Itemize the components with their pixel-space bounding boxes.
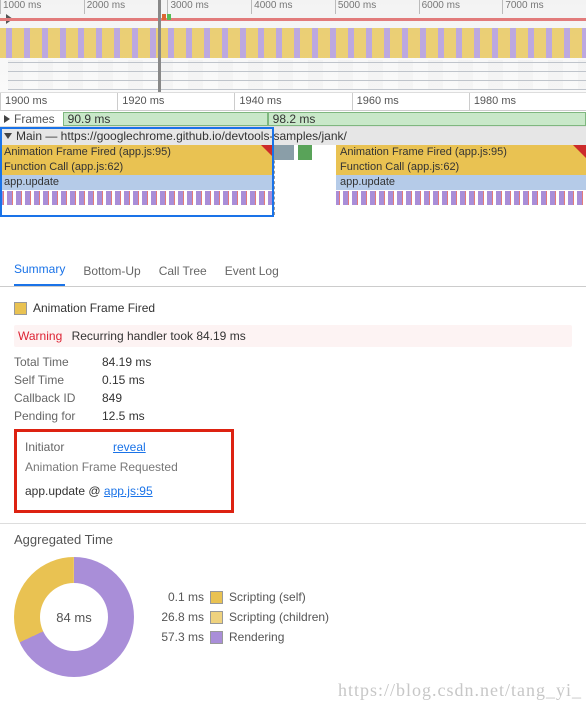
main-track-header[interactable]: Main — https://googlechrome.github.io/de… bbox=[0, 127, 586, 145]
initiator-event: Animation Frame Requested bbox=[25, 456, 223, 478]
aggregated-title: Aggregated Time bbox=[14, 532, 572, 547]
initiator-box: Initiator reveal Animation Frame Requeste… bbox=[14, 429, 234, 513]
legend-time: 0.1 ms bbox=[154, 590, 204, 604]
summary-panel: Animation Frame Fired Warning Recurring … bbox=[0, 287, 586, 523]
self-time-key: Self Time bbox=[14, 373, 94, 387]
overview-rows bbox=[8, 60, 586, 90]
self-time-value: 0.15 ms bbox=[102, 373, 145, 387]
bar-animation-frame-fired[interactable]: Animation Frame Fired (app.js:95) bbox=[336, 145, 586, 160]
bar-function-call[interactable]: Function Call (app.js:62) bbox=[0, 160, 274, 175]
frames-label: Frames bbox=[14, 112, 55, 126]
event-title: Animation Frame Fired bbox=[14, 301, 572, 315]
bars-group: Animation Frame Fired (app.js:95) Functi… bbox=[336, 145, 586, 215]
overview-cursor[interactable] bbox=[158, 0, 172, 92]
cpu-track bbox=[0, 18, 586, 21]
bar-app-update[interactable]: app.update bbox=[336, 175, 586, 190]
bar-function-call[interactable]: Function Call (app.js:62) bbox=[336, 160, 586, 175]
event-name: Animation Frame Fired bbox=[33, 301, 155, 315]
bar-stripe bbox=[336, 191, 586, 205]
callback-id-key: Callback ID bbox=[14, 391, 94, 405]
legend-label: Rendering bbox=[229, 630, 284, 644]
grey-green-markers bbox=[274, 145, 336, 191]
warning-text: Recurring handler took 84.19 ms bbox=[72, 329, 246, 343]
cursor-marker-red bbox=[162, 14, 166, 20]
tick: 1920 ms bbox=[117, 93, 234, 110]
pending-for-value: 12.5 ms bbox=[102, 409, 145, 423]
timeline-overview[interactable]: 1000 ms 2000 ms 3000 ms 4000 ms 5000 ms … bbox=[0, 0, 586, 93]
legend-time: 26.8 ms bbox=[154, 610, 204, 624]
color-swatch-icon bbox=[210, 631, 223, 644]
tab-call-tree[interactable]: Call Tree bbox=[159, 264, 207, 286]
tick: 4000 ms bbox=[251, 0, 335, 14]
frame-segment[interactable]: 90.9 ms bbox=[63, 112, 268, 126]
legend-label: Scripting (self) bbox=[229, 590, 306, 604]
overview-ruler: 1000 ms 2000 ms 3000 ms 4000 ms 5000 ms … bbox=[0, 0, 586, 14]
tick: 1000 ms bbox=[0, 0, 84, 14]
warning-label: Warning bbox=[18, 329, 62, 343]
tick: 1960 ms bbox=[352, 93, 469, 110]
stack-function: app.update @ bbox=[25, 484, 104, 498]
aggregated-time: Aggregated Time 84 ms 0.1 ms Scripting (s… bbox=[0, 523, 586, 685]
main-label: Main — https://googlechrome.github.io/de… bbox=[16, 129, 347, 143]
expand-icon[interactable] bbox=[4, 133, 12, 139]
tick: 1980 ms bbox=[469, 93, 586, 110]
pending-for-key: Pending for bbox=[14, 409, 94, 423]
legend-time: 57.3 ms bbox=[154, 630, 204, 644]
bars-group: Animation Frame Fired (app.js:95) Functi… bbox=[0, 145, 274, 215]
frames-track[interactable]: Frames 90.9 ms 98.2 ms bbox=[0, 111, 586, 127]
tick: 3000 ms bbox=[167, 0, 251, 14]
color-swatch-icon bbox=[14, 302, 27, 315]
color-swatch-icon bbox=[210, 591, 223, 604]
tick: 7000 ms bbox=[502, 0, 586, 14]
bar-animation-frame-fired[interactable]: Animation Frame Fired (app.js:95) bbox=[0, 145, 274, 160]
tick: 1940 ms bbox=[234, 93, 351, 110]
callback-id-value: 849 bbox=[102, 391, 122, 405]
total-time-key: Total Time bbox=[14, 355, 94, 369]
legend-label: Scripting (children) bbox=[229, 610, 329, 624]
color-swatch-icon bbox=[210, 611, 223, 624]
frame-segment[interactable]: 98.2 ms bbox=[268, 112, 586, 126]
tab-bottom-up[interactable]: Bottom-Up bbox=[83, 264, 140, 286]
divider-dashed bbox=[274, 145, 275, 215]
details-tabs: Summary Bottom-Up Call Tree Event Log bbox=[0, 253, 586, 287]
bar-stripe bbox=[0, 191, 274, 205]
source-link[interactable]: app.js:95 bbox=[104, 484, 153, 498]
reveal-link[interactable]: reveal bbox=[113, 440, 146, 454]
tick: 1900 ms bbox=[0, 93, 117, 110]
cursor-marker-green bbox=[167, 14, 171, 20]
legend: 0.1 ms Scripting (self) 26.8 ms Scripting … bbox=[154, 587, 329, 647]
flame-overview bbox=[0, 28, 586, 58]
collapse-icon[interactable] bbox=[4, 115, 10, 123]
initiator-key: Initiator bbox=[25, 440, 105, 454]
tick: 5000 ms bbox=[335, 0, 419, 14]
main-track-bars[interactable]: Animation Frame Fired (app.js:95) Functi… bbox=[0, 145, 586, 215]
tick: 6000 ms bbox=[419, 0, 503, 14]
donut-center-text: 84 ms bbox=[56, 610, 91, 625]
warning-banner: Warning Recurring handler took 84.19 ms bbox=[14, 325, 572, 347]
flame-ruler: 1900 ms 1920 ms 1940 ms 1960 ms 1980 ms bbox=[0, 93, 586, 111]
bar-app-update[interactable]: app.update bbox=[0, 175, 274, 190]
total-time-value: 84.19 ms bbox=[102, 355, 151, 369]
tick: 2000 ms bbox=[84, 0, 168, 14]
donut-chart: 84 ms bbox=[14, 557, 134, 677]
flame-chart[interactable]: 1900 ms 1920 ms 1940 ms 1960 ms 1980 ms … bbox=[0, 93, 586, 253]
tab-event-log[interactable]: Event Log bbox=[225, 264, 279, 286]
tab-summary[interactable]: Summary bbox=[14, 262, 65, 286]
